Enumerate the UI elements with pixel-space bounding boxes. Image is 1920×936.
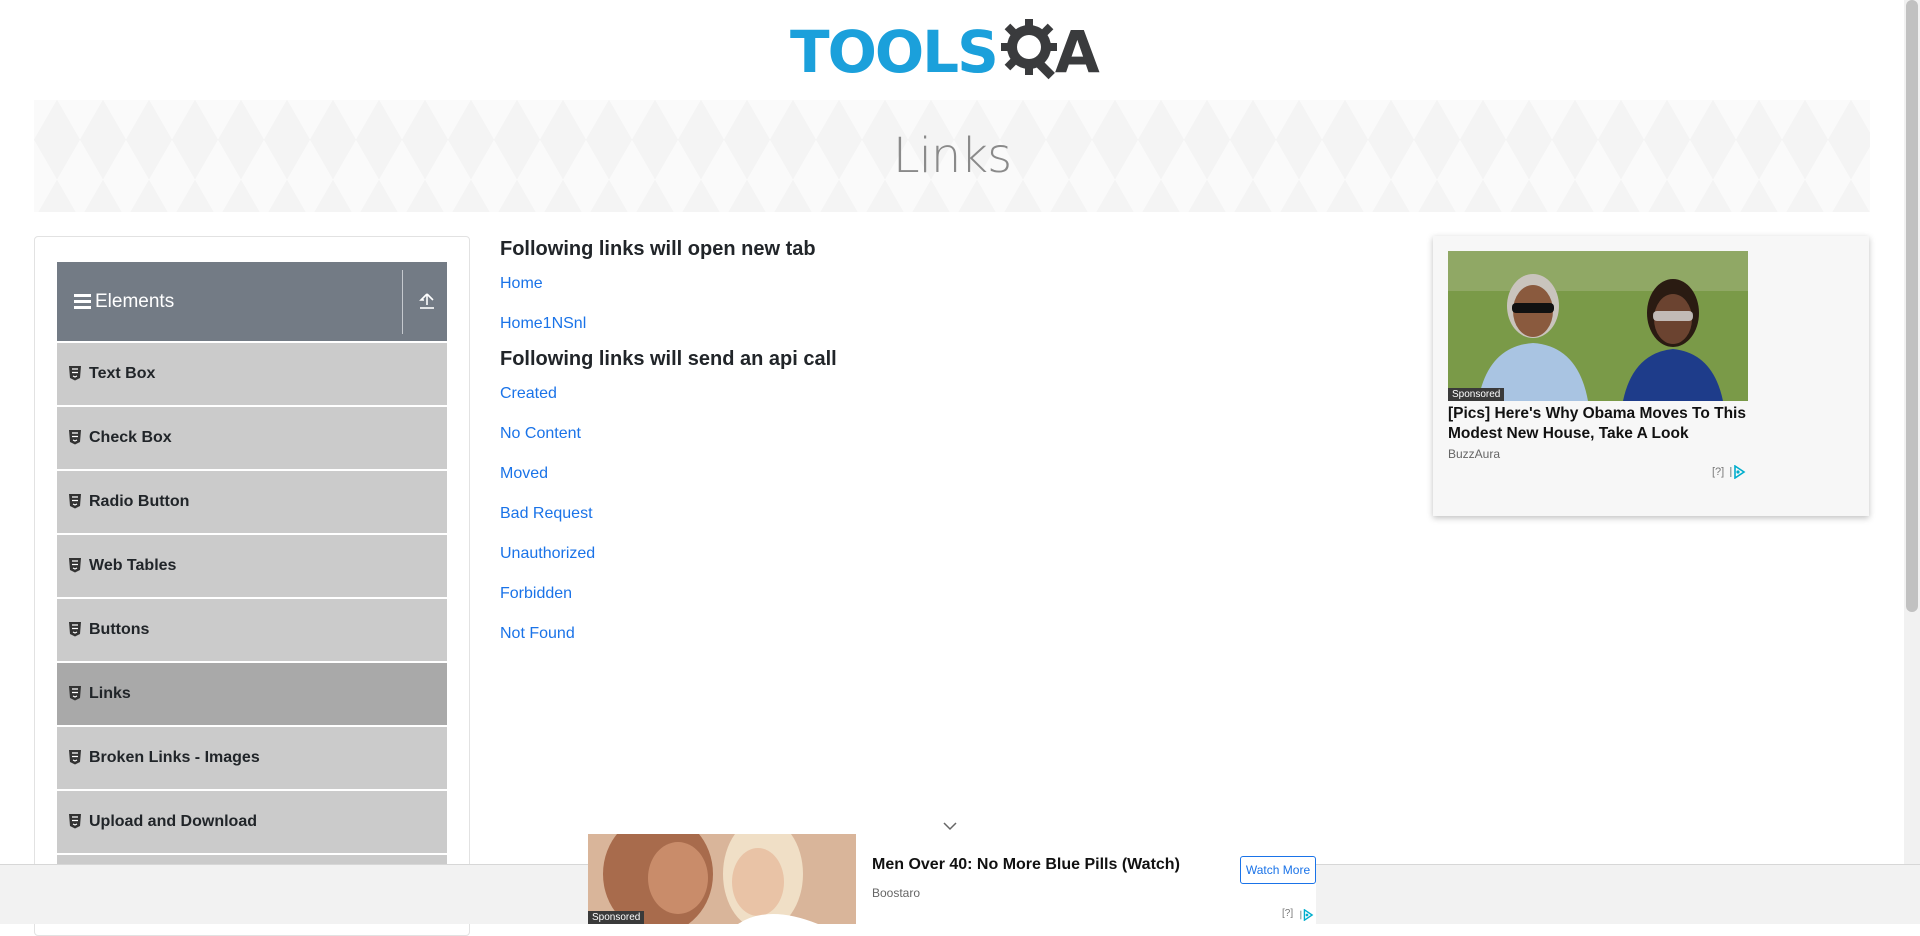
- sidebar-item-links[interactable]: Links: [57, 663, 447, 725]
- link-unauthorized[interactable]: Unauthorized: [500, 534, 1380, 574]
- link-home[interactable]: Home: [500, 264, 1380, 304]
- sidebar-item-broken-links-images[interactable]: Broken Links - Images: [57, 727, 447, 789]
- ad-source[interactable]: BuzzAura: [1448, 447, 1500, 461]
- html5-shield-icon: [69, 494, 83, 510]
- hamburger-icon: [74, 291, 91, 312]
- sponsored-badge: Sponsored: [588, 911, 645, 924]
- link-home-dynamic[interactable]: Home1NSnl: [500, 304, 1380, 344]
- html5-shield-icon: [69, 430, 83, 446]
- bottom-ad-source[interactable]: Boostaro: [872, 886, 920, 900]
- toolsqa-logo[interactable]: TOOLS A: [790, 14, 1120, 90]
- sidebar-item-label: Buttons: [89, 621, 150, 638]
- adchoices-icon[interactable]: [1300, 908, 1314, 926]
- html5-shield-icon: [69, 366, 83, 382]
- page-banner: Links: [34, 100, 1870, 212]
- sidebar-item-label: Text Box: [89, 365, 156, 382]
- page-scrollbar-thumb[interactable]: [1906, 0, 1918, 612]
- watch-more-button[interactable]: Watch More: [1240, 856, 1316, 884]
- adchoices-icon[interactable]: [1730, 464, 1746, 484]
- link-not-found[interactable]: Not Found: [500, 614, 1380, 654]
- sidebar-item-radio-button[interactable]: Radio Button: [57, 471, 447, 533]
- ad-image[interactable]: Sponsored: [1448, 251, 1748, 401]
- sidebar-item-check-box[interactable]: Check Box: [57, 407, 447, 469]
- sidebar-item-label: Check Box: [89, 429, 172, 446]
- sidebar-item-label: Radio Button: [89, 493, 190, 510]
- html5-shield-icon: [69, 814, 83, 830]
- bottom-ad-info-link[interactable]: [?]: [1282, 908, 1293, 919]
- bottom-ad-image[interactable]: Sponsored: [588, 834, 856, 924]
- sidebar-group-title: Elements: [95, 290, 175, 312]
- link-created[interactable]: Created: [500, 374, 1380, 414]
- section-title-api-call: Following links will send an api call: [500, 348, 837, 370]
- sidebar-item-label: Upload and Download: [89, 813, 257, 830]
- sidebar: Elements Text Box Check Box Radio Button…: [34, 236, 470, 936]
- logo-suffix: A: [1054, 18, 1100, 86]
- sidebar-item-label: Broken Links - Images: [89, 749, 260, 766]
- bottom-ad[interactable]: Sponsored Men Over 40: No More Blue Pill…: [588, 834, 1316, 924]
- section-title-new-tab: Following links will open new tab: [500, 238, 816, 260]
- sidebar-item-label: Web Tables: [89, 557, 177, 574]
- ad-info-link[interactable]: [?]: [1712, 466, 1724, 478]
- logo-text: TOOLS: [790, 18, 999, 86]
- link-forbidden[interactable]: Forbidden: [500, 574, 1380, 614]
- page-title: Links: [892, 128, 1012, 184]
- upload-icon[interactable]: [419, 292, 435, 315]
- sidebar-item-buttons[interactable]: Buttons: [57, 599, 447, 661]
- link-moved[interactable]: Moved: [500, 454, 1380, 494]
- sidebar-item-label: Links: [89, 685, 131, 702]
- sidebar-item-web-tables[interactable]: Web Tables: [57, 535, 447, 597]
- html5-shield-icon: [69, 686, 83, 702]
- gear-magnifier-icon: [999, 17, 1059, 88]
- header-divider: [402, 270, 403, 334]
- link-bad-request[interactable]: Bad Request: [500, 494, 1380, 534]
- sidebar-item-upload-and-download[interactable]: Upload and Download: [57, 791, 447, 853]
- sidebar-group-header-elements[interactable]: Elements: [57, 262, 447, 341]
- sponsored-badge: Sponsored: [1448, 388, 1505, 401]
- html5-shield-icon: [69, 622, 83, 638]
- ad-headline[interactable]: [Pics] Here's Why Obama Moves To This Mo…: [1448, 404, 1748, 444]
- bottom-ad-headline[interactable]: Men Over 40: No More Blue Pills (Watch): [872, 856, 1180, 874]
- sidebar-ad[interactable]: Sponsored [Pics] Here's Why Obama Moves …: [1433, 236, 1869, 516]
- main-content: Following links will open new tab Home H…: [500, 234, 1380, 654]
- link-no-content[interactable]: No Content: [500, 414, 1380, 454]
- sidebar-item-text-box[interactable]: Text Box: [57, 343, 447, 405]
- html5-shield-icon: [69, 750, 83, 766]
- sidebar-menu: Text Box Check Box Radio Button Web Tabl…: [57, 343, 447, 919]
- html5-shield-icon: [69, 558, 83, 574]
